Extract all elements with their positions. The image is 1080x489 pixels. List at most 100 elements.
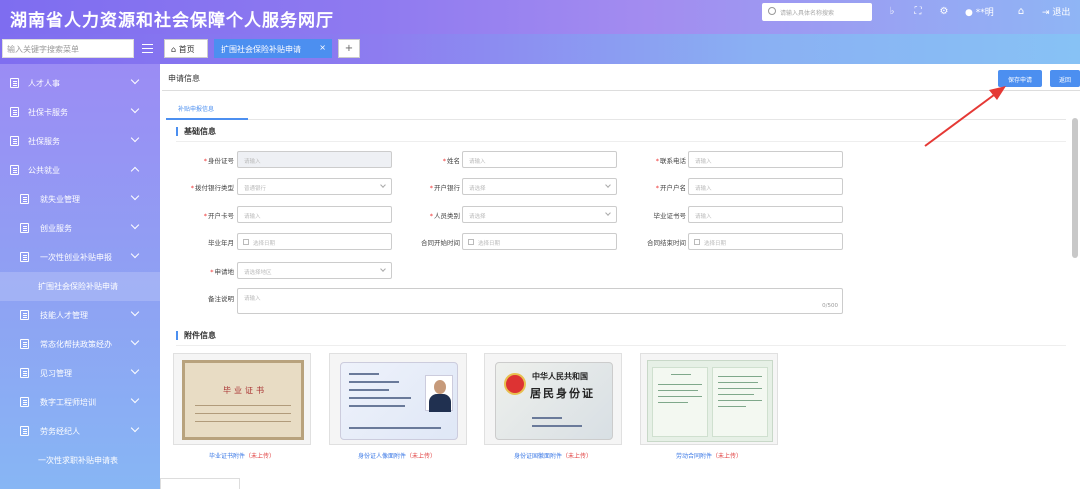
- sidebar-item-label: 社保卡服务: [28, 108, 68, 117]
- text-line: [718, 376, 762, 377]
- chevron-down-icon: [130, 423, 140, 433]
- remarks-textarea[interactable]: 请输入 0/500: [237, 288, 843, 314]
- menu-search-input[interactable]: 输入关键字搜索菜单: [2, 39, 134, 58]
- sidebar-item[interactable]: 创业服务: [0, 214, 160, 243]
- select-field[interactable]: 普通银行: [237, 178, 392, 195]
- sidebar-item[interactable]: 数字工程师培训: [0, 388, 160, 417]
- divider: [162, 90, 1080, 91]
- text-input[interactable]: 请输入: [462, 151, 617, 168]
- sidebar-item[interactable]: 就失业管理: [0, 185, 160, 214]
- input-placeholder: 普通银行: [244, 186, 267, 192]
- text-input[interactable]: 请输入: [688, 151, 843, 168]
- text-input[interactable]: 请输入: [237, 151, 392, 168]
- sidebar-item[interactable]: 扩围社会保险补贴申请: [0, 272, 160, 301]
- back-button[interactable]: 返回: [1050, 70, 1080, 87]
- sidebar-item[interactable]: 劳务经纪人: [0, 417, 160, 446]
- labor-contract-upload[interactable]: [640, 353, 778, 445]
- attachment-caption[interactable]: 劳动合同附件（未上传）: [634, 451, 784, 460]
- date-picker[interactable]: 选择日期: [462, 233, 617, 250]
- header-search-placeholder: 请输入具体名称搜索: [780, 10, 835, 17]
- logout-button[interactable]: ⇥ 退出: [1042, 5, 1070, 18]
- sidebar-item[interactable]: 社保卡服务: [0, 98, 160, 127]
- sidebar-item[interactable]: 常态化帮扶政策经办: [0, 330, 160, 359]
- form-label: *人员类别: [388, 210, 460, 220]
- sidebar-item[interactable]: 社保服务: [0, 127, 160, 156]
- select-field[interactable]: 请选择: [462, 206, 617, 223]
- menu-document-icon: [10, 165, 19, 175]
- remarks-placeholder: 请输入: [244, 296, 261, 302]
- select-field[interactable]: 请选择: [462, 178, 617, 195]
- form-label: *联系电话: [614, 155, 686, 165]
- form-label-text: 申请地: [214, 268, 235, 276]
- text-input[interactable]: 请输入: [688, 206, 843, 223]
- home-icon: ⌂: [171, 45, 177, 54]
- save-application-button[interactable]: 保存申请: [998, 70, 1042, 87]
- chevron-down-icon: [605, 182, 611, 188]
- bell-icon[interactable]: ♭: [886, 6, 898, 18]
- form-label: 合同结束时间: [614, 237, 686, 247]
- form-label-text: 拨付银行类型: [195, 184, 234, 192]
- fullscreen-icon[interactable]: ⛶: [912, 6, 924, 18]
- diploma-heading: 毕业证书: [223, 386, 267, 395]
- hamburger-menu-icon[interactable]: [142, 44, 153, 53]
- date-picker[interactable]: 选择日期: [688, 233, 843, 250]
- labor-contract-image: [647, 360, 773, 442]
- form-label: 毕业证书号: [614, 210, 687, 220]
- logout-icon: ⇥: [1042, 8, 1050, 18]
- required-marker: *: [442, 157, 446, 165]
- text-line: [349, 397, 411, 399]
- sidebar-item[interactable]: 一次性创业补贴申报: [0, 243, 160, 272]
- form-label-text: 合同开始时间: [421, 239, 460, 247]
- attachment-status: （未上传）: [712, 453, 743, 460]
- menu-document-icon: [20, 368, 29, 378]
- form-label: *姓名: [388, 155, 460, 165]
- add-tab-button[interactable]: +: [338, 39, 360, 58]
- user-menu[interactable]: ● **明: [965, 5, 994, 18]
- attachment-caption[interactable]: 毕业证书附件（未上传）: [167, 451, 317, 460]
- input-placeholder: 请选择: [469, 214, 486, 220]
- lock-icon[interactable]: ⌂: [1015, 6, 1027, 18]
- diploma-upload[interactable]: 毕业证书: [173, 353, 311, 445]
- contract-page: [712, 367, 768, 437]
- close-icon[interactable]: ×: [319, 43, 326, 52]
- text-line: [349, 389, 389, 391]
- required-marker: *: [203, 212, 207, 220]
- tab-subsidy-application[interactable]: 扩围社会保险补贴申请 ×: [214, 39, 332, 58]
- sidebar-item-label: 一次性求职补贴申请表: [38, 456, 118, 465]
- tab-home[interactable]: ⌂ 首页: [164, 39, 208, 58]
- form-label: 合同开始时间: [388, 237, 460, 247]
- text-input[interactable]: 请输入: [688, 178, 843, 195]
- attachment-name: 劳动合同附件: [675, 453, 712, 460]
- sidebar-item[interactable]: 一次性求职补贴申请表: [0, 446, 160, 475]
- calendar-icon: [694, 239, 700, 245]
- scrollbar[interactable]: [1072, 118, 1078, 258]
- tab-subsidy-info[interactable]: 补贴申报信息: [178, 104, 214, 113]
- select-field[interactable]: 请选择地区: [237, 262, 392, 279]
- id-front-upload[interactable]: [329, 353, 467, 445]
- national-emblem-icon: [504, 373, 526, 395]
- text-line: [349, 373, 379, 375]
- required-marker: *: [655, 184, 659, 192]
- input-placeholder: 请选择地区: [244, 270, 272, 276]
- id-card-back-image: 中华人民共和国 居民身份证: [495, 362, 613, 440]
- contract-page: [652, 367, 708, 437]
- tab-home-label: 首页: [178, 45, 195, 54]
- date-picker[interactable]: 选择日期: [237, 233, 392, 250]
- text-input[interactable]: 请输入: [237, 206, 392, 223]
- chevron-down-icon: [605, 210, 611, 216]
- sidebar-item[interactable]: 公共就业: [0, 156, 160, 185]
- header-search-input[interactable]: 请输入具体名称搜索: [762, 3, 872, 21]
- sidebar-item[interactable]: 见习管理: [0, 359, 160, 388]
- sidebar-item[interactable]: 技能人才管理: [0, 301, 160, 330]
- id-back-upload[interactable]: 中华人民共和国 居民身份证: [484, 353, 622, 445]
- attachment-caption[interactable]: 身份证人像面附件（未上传）: [322, 451, 472, 460]
- sidebar-item-label: 劳务经纪人: [40, 427, 80, 436]
- divider: [176, 345, 1066, 346]
- attachment-caption[interactable]: 身份证国徽面附件（未上传）: [478, 451, 628, 460]
- page-footer-tab: [160, 478, 240, 489]
- id-back-line2: 居民身份证: [530, 387, 595, 400]
- sidebar-item-label: 创业服务: [40, 224, 72, 233]
- text-line: [349, 405, 405, 407]
- sidebar-item[interactable]: 人才人事: [0, 69, 160, 98]
- settings-icon[interactable]: ⚙: [938, 6, 950, 18]
